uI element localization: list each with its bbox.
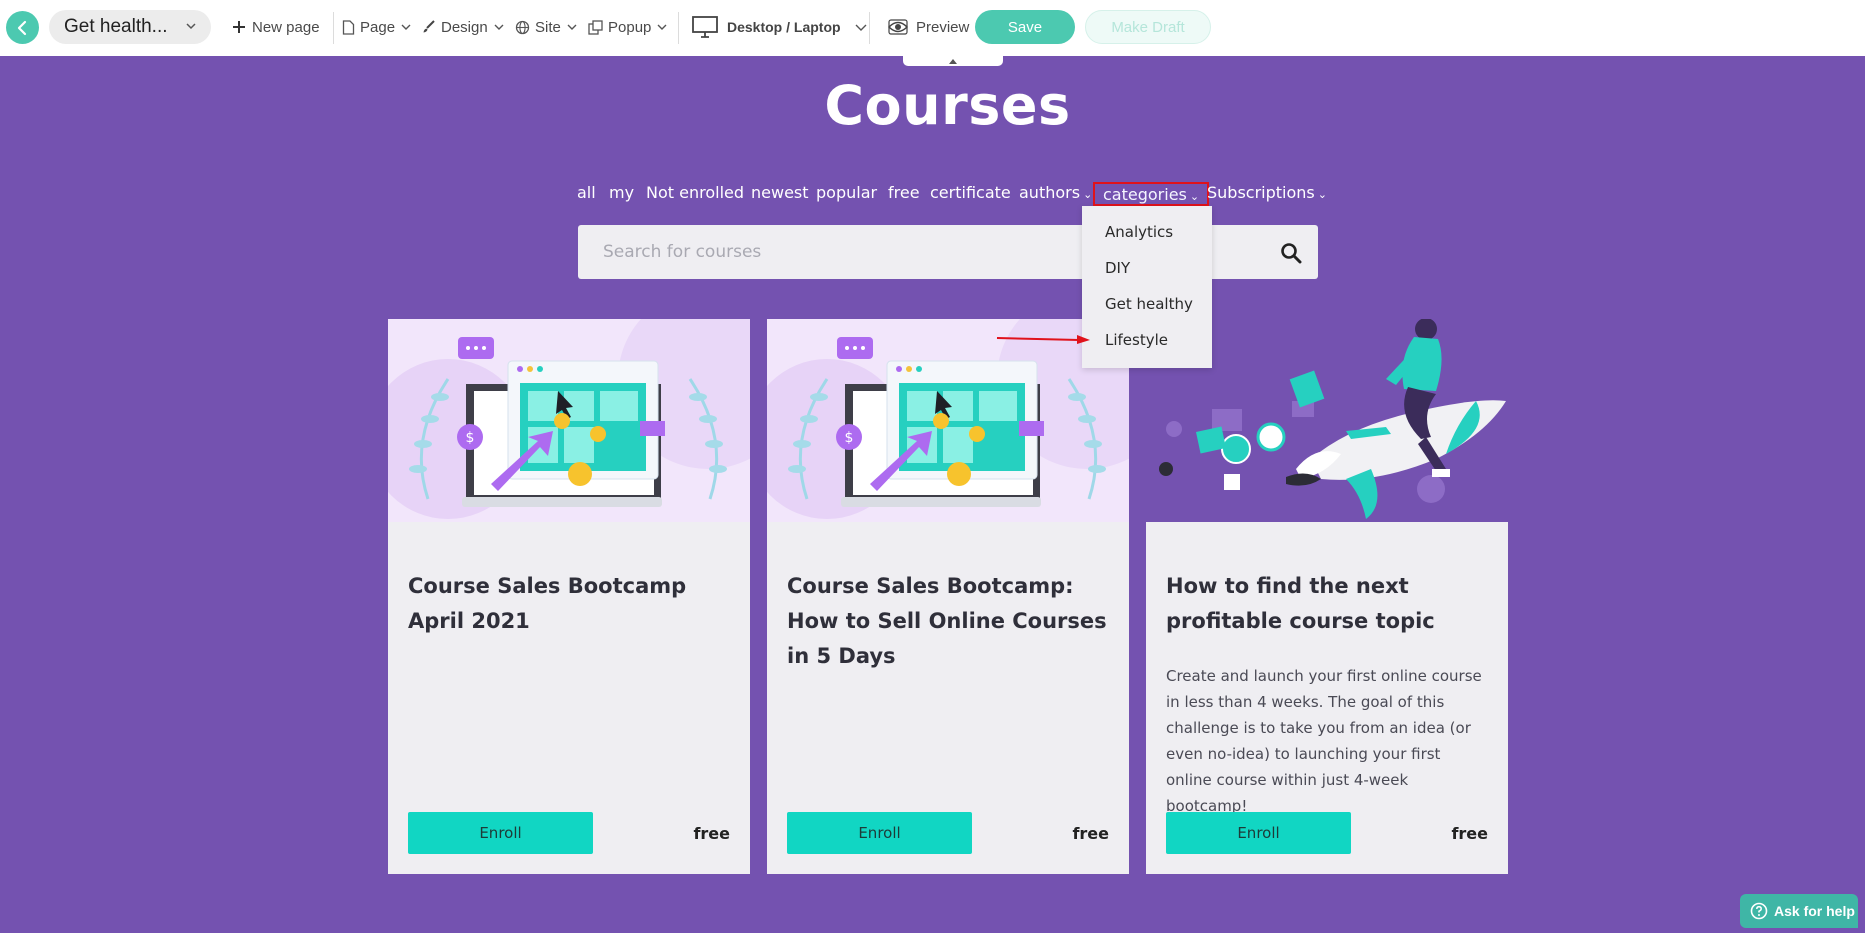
- course-thumbnail: $: [767, 319, 1129, 522]
- page-menu[interactable]: Page: [342, 14, 412, 40]
- save-button[interactable]: Save: [975, 10, 1075, 44]
- filter-my[interactable]: my: [609, 182, 634, 206]
- course-price: free: [1451, 824, 1488, 843]
- course-card[interactable]: $ Course Sales Bootcamp April 2021 Enrol…: [388, 319, 750, 874]
- popup-icon: [588, 19, 603, 35]
- filter-subscriptions-label: Subscriptions: [1207, 183, 1315, 202]
- filter-popular[interactable]: popular: [816, 182, 877, 206]
- popup-menu[interactable]: Popup: [588, 14, 668, 40]
- chevron-down-icon: [494, 24, 504, 30]
- filter-certificate[interactable]: certificate: [930, 182, 1011, 206]
- back-button[interactable]: [6, 11, 39, 44]
- page-selector-label: Get health...: [64, 16, 168, 37]
- course-description: Create and launch your first online cour…: [1166, 667, 1482, 815]
- chevron-down-icon: [186, 23, 196, 30]
- chevron-down-icon: ⌄: [1317, 188, 1327, 201]
- course-title[interactable]: Course Sales Bootcamp April 2021: [408, 569, 730, 639]
- chevron-down-icon: [855, 24, 867, 31]
- device-label: Desktop / Laptop: [727, 19, 841, 35]
- annotation-arrow-icon: [996, 335, 1090, 344]
- filter-free[interactable]: free: [888, 182, 920, 206]
- ask-for-help-button[interactable]: Ask for help: [1740, 894, 1858, 928]
- filter-not-enrolled[interactable]: Not enrolled: [646, 182, 744, 206]
- chevron-down-icon: [401, 24, 411, 30]
- toolbar-divider: [869, 12, 870, 44]
- svg-text:$: $: [466, 430, 475, 446]
- course-title[interactable]: How to find the next profitable course t…: [1166, 569, 1488, 639]
- brush-icon: [423, 20, 435, 33]
- search-icon[interactable]: [1280, 242, 1302, 264]
- category-option-diy[interactable]: DIY: [1105, 259, 1130, 277]
- course-thumbnail: $: [388, 319, 750, 522]
- filter-all[interactable]: all: [577, 182, 596, 206]
- device-selector[interactable]: Desktop / Laptop: [692, 14, 868, 40]
- course-card[interactable]: $ Course Sales Bootcamp: How to Sell Onl…: [767, 319, 1129, 874]
- ask-for-help-label: Ask for help: [1774, 903, 1855, 919]
- preview-button[interactable]: Preview: [888, 14, 969, 40]
- filter-newest[interactable]: newest: [751, 182, 809, 206]
- filter-categories[interactable]: categories ⌄: [1093, 182, 1210, 206]
- category-option-analytics[interactable]: Analytics: [1105, 223, 1173, 241]
- chevron-down-icon: [567, 24, 577, 30]
- design-menu[interactable]: Design: [422, 14, 505, 40]
- chevron-down-icon: ⌄: [1189, 190, 1200, 203]
- category-option-lifestyle[interactable]: Lifestyle: [1105, 331, 1168, 349]
- make-draft-button[interactable]: Make Draft: [1085, 10, 1211, 44]
- page-selector[interactable]: Get health...: [49, 10, 211, 44]
- new-page-label: New page: [252, 18, 320, 36]
- toolbar-divider: [678, 12, 679, 44]
- filter-categories-label: categories: [1103, 185, 1187, 204]
- category-option-get-healthy[interactable]: Get healthy: [1105, 295, 1193, 313]
- course-title[interactable]: Course Sales Bootcamp: How to Sell Onlin…: [787, 569, 1109, 674]
- design-menu-label: Design: [441, 18, 488, 36]
- course-card[interactable]: How to find the next profitable course t…: [1146, 319, 1508, 874]
- site-menu-label: Site: [535, 18, 561, 36]
- chevron-down-icon: [657, 24, 667, 30]
- plus-icon: [233, 21, 245, 33]
- collapse-toolbar-tab[interactable]: [903, 56, 1003, 66]
- back-arrow-icon: [17, 20, 26, 35]
- page-menu-label: Page: [360, 18, 396, 36]
- eye-icon: [888, 19, 908, 35]
- enroll-button[interactable]: Enroll: [787, 812, 972, 854]
- monitor-icon: [692, 16, 718, 38]
- site-menu[interactable]: Site: [515, 14, 578, 40]
- filter-authors-label: authors: [1019, 183, 1081, 202]
- question-icon: [1750, 902, 1768, 920]
- popup-menu-label: Popup: [608, 18, 652, 36]
- svg-text:$: $: [845, 430, 854, 446]
- enroll-button[interactable]: Enroll: [1166, 812, 1351, 854]
- course-price: free: [693, 824, 730, 843]
- editor-toolbar: Get health... New page Page Design Site …: [0, 0, 1865, 56]
- preview-label: Preview: [916, 18, 970, 36]
- new-page-button[interactable]: New page: [231, 14, 320, 40]
- page-title: Courses: [824, 74, 1071, 137]
- page-icon: [342, 19, 355, 35]
- globe-icon: [515, 20, 530, 34]
- categories-dropdown: Analytics DIY Get healthy Lifestyle: [1082, 206, 1212, 368]
- caret-up-icon: [949, 58, 957, 64]
- toolbar-divider: [333, 12, 334, 44]
- filter-subscriptions[interactable]: Subscriptions ⌄: [1207, 182, 1327, 206]
- chevron-down-icon: ⌄: [1083, 188, 1093, 201]
- filter-authors[interactable]: authors ⌄: [1019, 182, 1092, 206]
- enroll-button[interactable]: Enroll: [408, 812, 593, 854]
- course-price: free: [1072, 824, 1109, 843]
